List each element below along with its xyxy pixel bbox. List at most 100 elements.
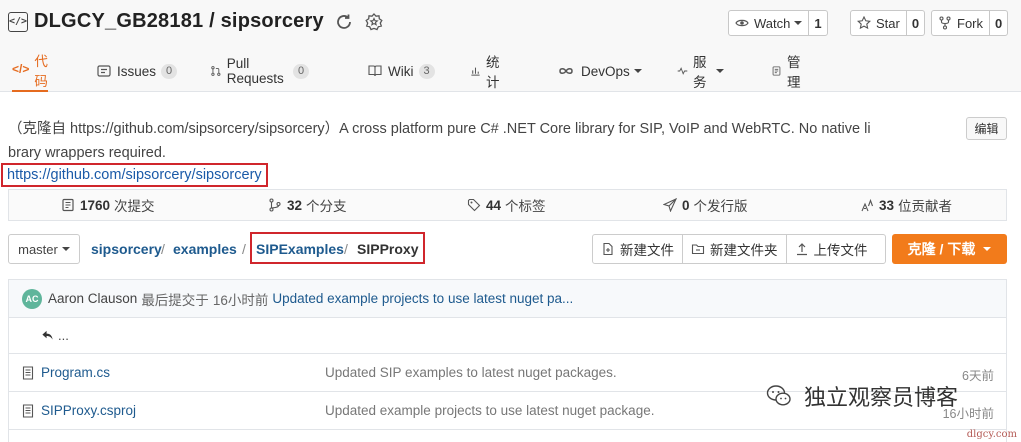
file-name[interactable]: SIPProxy.csproj [41, 403, 136, 418]
clone-download-button[interactable]: 克隆 / 下载 [892, 234, 1007, 264]
parent-directory-label: ... [58, 328, 69, 343]
new-folder-button[interactable]: 新建文件夹 [683, 235, 787, 263]
wiki-count-badge: 3 [418, 63, 435, 79]
star-button-group: Star 0 [850, 10, 926, 36]
tab-statistics[interactable]: 统计 [470, 50, 505, 92]
upload-file-label: 上传文件 [813, 243, 868, 258]
new-file-button[interactable]: 新建文件 [593, 235, 683, 263]
stat-commits[interactable]: 1760 次提交 [61, 190, 155, 220]
tab-service[interactable]: 服务 [677, 50, 724, 92]
watch-count[interactable]: 1 [808, 11, 826, 35]
fork-icon [939, 16, 951, 30]
back-arrow-icon [42, 330, 53, 340]
repo-stats-bar: 1760 次提交 32 个分支 44 个标签 0 个发行版 33 位贡献者 [8, 189, 1007, 221]
eye-icon [735, 19, 749, 27]
upload-icon [796, 243, 807, 256]
code-icon: </> [12, 62, 30, 76]
tag-icon [467, 198, 481, 212]
watermark: 独立观察员博客 [766, 380, 958, 412]
tab-devops-label: DevOps [581, 63, 630, 79]
file-commit-message[interactable]: Updated SIP examples to latest nuget pac… [325, 365, 617, 380]
avatar[interactable]: AC [22, 288, 42, 309]
file-icon [22, 366, 34, 380]
contributors-label: 位贡献者 [898, 199, 953, 214]
repo-icon: </> [8, 11, 28, 32]
tags-count: 44 [486, 197, 502, 213]
tab-pull-requests[interactable]: Pull Requests 0 [210, 50, 310, 92]
tags-label: 个标签 [505, 199, 546, 214]
star-icon [857, 16, 871, 30]
pull-requests-count-badge: 0 [293, 63, 310, 79]
star-button[interactable]: Star [851, 11, 906, 35]
branch-selector[interactable]: master [8, 234, 80, 264]
watch-button[interactable]: Watch [729, 11, 808, 35]
tab-issues-label: Issues [117, 63, 157, 79]
star-count[interactable]: 0 [905, 11, 924, 35]
clone-download-label: 克隆 / 下载 [907, 241, 976, 257]
highlight-box [250, 232, 425, 264]
chevron-down-icon [794, 21, 803, 25]
tab-devops[interactable]: DevOps [556, 50, 642, 92]
description-line-2: brary wrappers required. [8, 145, 166, 161]
file-list: AC Aaron Clauson 最后提交于 16小时前 Updated exa… [8, 279, 1007, 442]
commit-time: 16小时前 [212, 292, 269, 308]
file-commit-message[interactable]: Updated example projects to use latest n… [325, 403, 654, 418]
devops-icon [559, 68, 573, 74]
new-file-label: 新建文件 [620, 243, 674, 258]
tab-wiki-label: Wiki [388, 63, 414, 79]
repo-description: （克隆自 https://github.com/sipsorcery/sipso… [8, 117, 953, 165]
branch-icon [269, 198, 281, 212]
breadcrumb-separator: / [161, 241, 165, 257]
tab-pull-requests-label: Pull Requests [226, 56, 284, 86]
latest-commit-bar: AC Aaron Clauson 最后提交于 16小时前 Updated exa… [9, 280, 1006, 318]
file-time: 6天前 [962, 369, 994, 383]
tab-manage-label: 管理 [786, 55, 801, 90]
chevron-down-icon [983, 247, 992, 251]
issues-count-badge: 0 [161, 63, 178, 79]
pull-request-icon [211, 66, 221, 76]
commits-count: 1760 [80, 197, 111, 213]
stat-contributors[interactable]: 33 位贡献者 [860, 190, 952, 220]
branches-label: 个分支 [306, 199, 347, 214]
breadcrumb-root[interactable]: sipsorcery [91, 241, 162, 257]
upload-file-button[interactable]: 上传文件 [787, 235, 876, 263]
releases-count: 0 [682, 197, 690, 213]
release-icon [663, 198, 677, 212]
tab-wiki[interactable]: Wiki 3 [367, 50, 435, 92]
recommend-badge-icon [365, 12, 383, 30]
fork-button-group: Fork 0 [931, 10, 1009, 36]
star-label: Star [876, 15, 900, 31]
sync-icon[interactable] [334, 12, 354, 32]
new-folder-icon [691, 244, 705, 255]
releases-label: 个发行版 [693, 199, 748, 214]
chevron-down-icon [715, 69, 724, 73]
fork-label: Fork [957, 15, 983, 31]
stat-branches[interactable]: 32 个分支 [268, 190, 347, 220]
manage-icon [772, 66, 781, 76]
edit-description-button[interactable]: 编辑 [966, 117, 1007, 140]
tab-issues[interactable]: Issues 0 [96, 50, 178, 92]
tab-statistics-label: 统计 [485, 55, 500, 90]
watermark-text: 独立观察员博客 [804, 385, 959, 410]
homepage-link[interactable]: https://github.com/sipsorcery/sipsorcery [1, 163, 268, 187]
stat-tags[interactable]: 44 个标签 [467, 190, 546, 220]
description-line-1: （克隆自 https://github.com/sipsorcery/sipso… [8, 121, 871, 137]
wiki-icon [368, 65, 382, 77]
stat-releases[interactable]: 0 个发行版 [663, 190, 748, 220]
repo-header: </> DLGCY_GB28181 / sipsorcery Watch 1 S… [0, 0, 1021, 92]
branches-count: 32 [287, 197, 303, 213]
tab-code-label: 代码 [34, 54, 48, 89]
parent-directory-row[interactable]: ... [9, 318, 1006, 354]
issues-icon [97, 65, 111, 77]
commit-message[interactable]: Updated example projects to use latest n… [272, 291, 573, 306]
fork-button[interactable]: Fork [932, 11, 989, 35]
fork-count[interactable]: 0 [989, 11, 1007, 35]
tab-manage[interactable]: 管理 [771, 50, 806, 92]
breadcrumb-examples[interactable]: examples [173, 241, 237, 257]
chevron-down-icon [633, 69, 642, 73]
tab-code[interactable]: </> 代码 [12, 50, 48, 92]
repo-name[interactable]: DLGCY_GB28181 / sipsorcery [34, 10, 324, 33]
watch-button-group: Watch 1 [728, 10, 828, 36]
commit-author[interactable]: Aaron Clauson [48, 291, 137, 306]
file-name[interactable]: Program.cs [41, 365, 110, 380]
